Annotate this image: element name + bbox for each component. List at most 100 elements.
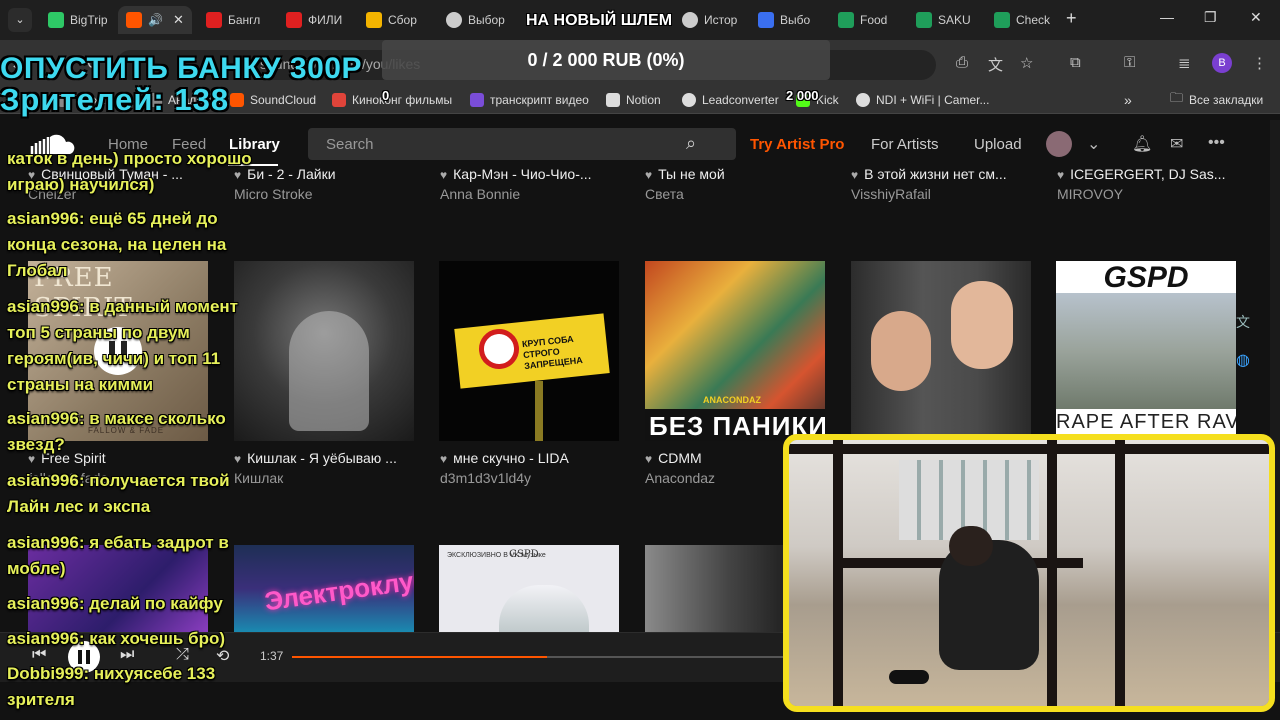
track-title-text[interactable]: Ты не мой	[658, 166, 725, 182]
for-artists-link[interactable]: For Artists	[871, 136, 939, 153]
track-title-text[interactable]: CDMM	[658, 450, 702, 466]
more-bookmarks-icon[interactable]: »	[1124, 92, 1132, 108]
cover-photo-couple[interactable]	[851, 261, 1031, 441]
track-artist[interactable]: Micro Stroke	[234, 186, 414, 202]
heart-icon[interactable]: ♥	[645, 168, 652, 182]
key-icon[interactable]: ⚿	[1124, 54, 1135, 71]
heart-icon[interactable]: ♥	[1057, 168, 1064, 182]
cover-elektroklub[interactable]: Электроклуб	[234, 545, 414, 632]
track-title-text[interactable]: В этой жизни нет см...	[864, 166, 1007, 182]
track-artist[interactable]: Anna Bonnie	[440, 186, 620, 202]
bookmark-item[interactable]: Киноконг фильмы	[332, 92, 452, 108]
chat-line: топ 5 страны по двум	[7, 323, 190, 342]
assistant-side-icon[interactable]: ◍	[1236, 350, 1250, 370]
chat-line: asian996: получается твой	[7, 471, 230, 490]
tab-soundcloud[interactable]: 🔊 ✕	[118, 6, 192, 34]
more-options-icon[interactable]: •••	[1208, 134, 1225, 152]
track-title-text[interactable]: Кишлак - Я уёбываю ...	[247, 450, 397, 466]
tab-vybo[interactable]: Выбо	[750, 6, 826, 34]
close-tab-icon[interactable]: ✕	[173, 12, 184, 28]
chat-line: Лайн лес и экспа	[7, 497, 151, 516]
tab-bigtrip[interactable]: BigTrip	[40, 6, 114, 34]
goal-end-value: 2 000	[786, 88, 819, 103]
star-icon[interactable]: ☆	[1020, 54, 1033, 72]
bookmark-label: NDI + WiFi | Camer...	[876, 93, 990, 107]
all-bookmarks[interactable]: 🗀 Все закладки	[1170, 90, 1263, 108]
track-title[interactable]: ♥ Ты не мой	[645, 166, 835, 182]
bookmark-item[interactable]: транскрипт видео	[470, 92, 589, 108]
tab-check[interactable]: Check	[986, 6, 1062, 34]
search-icon[interactable]: ⌕	[686, 133, 696, 154]
tab-search-button[interactable]: ⌄	[8, 8, 32, 32]
soundcloud-icon	[230, 93, 244, 107]
minimize-icon[interactable]: —	[1160, 9, 1174, 25]
menu-icon[interactable]: ⋮	[1252, 54, 1267, 72]
track-title-text[interactable]: Би - 2 - Лайки	[247, 166, 335, 182]
heart-icon[interactable]: ♥	[645, 452, 652, 466]
close-window-icon[interactable]: ✕	[1250, 9, 1262, 26]
track-artist[interactable]: VisshiyRafail	[851, 186, 1031, 202]
tab-youtube-2[interactable]: ФИЛИ	[278, 6, 354, 34]
soundcloud-favicon-icon	[126, 12, 142, 28]
try-artist-pro-link[interactable]: Try Artist Pro	[750, 136, 844, 153]
track-artist[interactable]: MIROVOY	[1057, 186, 1237, 202]
upload-link[interactable]: Upload	[974, 136, 1022, 153]
translate-icon[interactable]: 文	[988, 54, 1003, 75]
notifications-bell-icon[interactable]: 🔔︎	[1132, 134, 1152, 154]
media-icon[interactable]: ≣	[1178, 54, 1191, 72]
track-title[interactable]: ♥ В этой жизни нет см...	[851, 166, 1041, 182]
track-title[interactable]: ♥ ICEGERGERT, DJ Sas...	[1057, 166, 1237, 182]
cover-row3-4[interactable]	[645, 545, 785, 632]
cover-vk-gspd[interactable]: ЭКСКЛЮЗИВНО В VK Музыке GSPD	[439, 545, 619, 632]
install-app-icon[interactable]: ⎙	[956, 54, 968, 71]
bookmark-item[interactable]: Notion	[606, 92, 661, 108]
chat-line: asian996: в максе сколько	[7, 409, 226, 428]
bookmark-item[interactable]: SoundCloud	[230, 92, 316, 108]
progress-fill[interactable]	[292, 656, 547, 658]
track-title[interactable]: ♥ Кишлак - Я уёбываю ...	[234, 450, 424, 466]
tab-label: Бангл	[228, 13, 261, 27]
bookmark-label: Киноконг фильмы	[352, 93, 453, 107]
restore-icon[interactable]: ❐	[1204, 9, 1217, 26]
track-title-text[interactable]: ICEGERGERT, DJ Sas...	[1070, 166, 1225, 182]
chevron-down-icon[interactable]: ⌄	[1087, 134, 1100, 154]
translate-side-icon[interactable]: 文	[1236, 312, 1250, 332]
tab-food[interactable]: Food	[830, 6, 906, 34]
heart-icon[interactable]: ♥	[440, 452, 447, 466]
track-title-text[interactable]: мне скучно - LIDA	[453, 450, 569, 466]
extensions-icon[interactable]: ⧉	[1070, 54, 1081, 71]
tab-sbor[interactable]: Сбор	[358, 6, 434, 34]
profile-avatar[interactable]: B	[1212, 53, 1232, 73]
tab-vybor[interactable]: Выбор	[438, 6, 514, 34]
messages-mail-icon[interactable]: ✉	[1170, 134, 1183, 154]
track-title[interactable]: ♥ мне скучно - LIDA	[440, 450, 630, 466]
user-avatar[interactable]	[1046, 131, 1072, 157]
tab-saku[interactable]: SAKU	[908, 6, 984, 34]
new-tab-button[interactable]: +	[1066, 8, 1077, 29]
speaker-icon[interactable]: 🔊	[148, 13, 163, 27]
cover-anacondaz[interactable]: ANACONDAZ БЕЗ ПАНИКИ	[645, 261, 825, 441]
tab-youtube-1[interactable]: Бангл	[198, 6, 274, 34]
bank-overlay-text: ОПУСТИТЬ БАНКУ 300Р	[0, 52, 362, 85]
heart-icon[interactable]: ♥	[851, 168, 858, 182]
track-artist[interactable]: Кишлак	[234, 470, 414, 486]
chatgpt-icon	[446, 12, 462, 28]
track-title[interactable]: ♥ Кар-Мэн - Чио-Чио-...	[440, 166, 630, 182]
track-title[interactable]: ♥ Би - 2 - Лайки	[234, 166, 424, 182]
cover-figure	[951, 281, 1013, 369]
search-placeholder[interactable]: Search	[326, 136, 374, 153]
cover-kishlak[interactable]	[234, 261, 414, 441]
track-title-text[interactable]: Кар-Мэн - Чио-Чио-...	[453, 166, 591, 182]
chat-line: мобле)	[7, 559, 66, 578]
heart-icon[interactable]: ♥	[234, 452, 241, 466]
goal-start-value: 0	[382, 88, 390, 103]
bookmark-item[interactable]: Leadconverter	[682, 92, 779, 108]
track-artist[interactable]: Света	[645, 186, 825, 202]
cover-lida[interactable]: КРУП СОБА СТРОГО ЗАПРЕЩЕНА	[439, 261, 619, 441]
tab-label: Check	[1016, 13, 1051, 27]
bookmark-item[interactable]: NDI + WiFi | Camer...	[856, 92, 989, 108]
chat-line: звезд?	[7, 435, 65, 454]
track-artist[interactable]: d3m1d3v1ld4y	[440, 470, 620, 486]
cover-gspd[interactable]: GSPD RAPE AFTER RAVE	[1056, 261, 1236, 441]
heart-icon[interactable]: ♥	[440, 168, 447, 182]
